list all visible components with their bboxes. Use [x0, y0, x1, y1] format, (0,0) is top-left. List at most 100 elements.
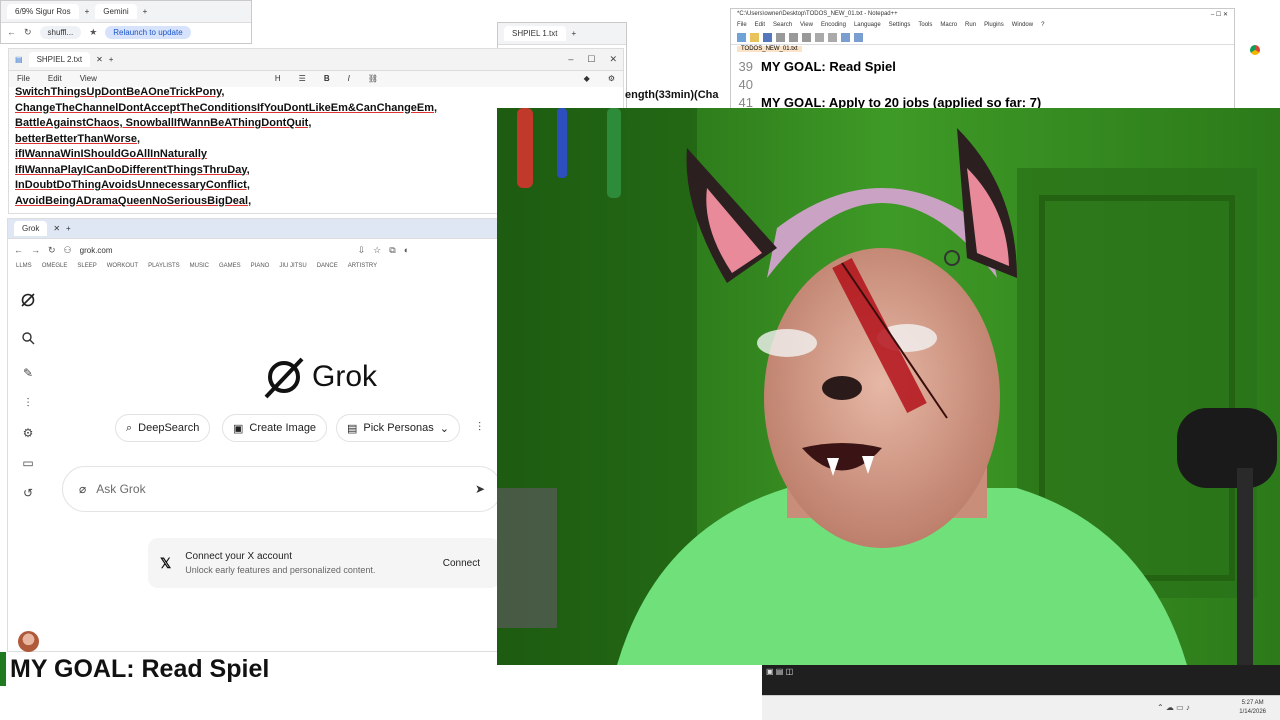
profile-icon[interactable]: ◐	[404, 245, 409, 255]
history-icon[interactable]: ↺	[20, 485, 36, 501]
new-file-icon[interactable]	[737, 33, 746, 42]
tab-gemini[interactable]: Gemini	[95, 4, 137, 19]
cut-icon[interactable]	[776, 33, 785, 42]
forward-icon[interactable]: →	[31, 245, 40, 255]
shpiel-text-area[interactable]: SwitchThingsUpDontBeAOneTrickPony, Chang…	[15, 85, 497, 211]
paste-icon[interactable]	[802, 33, 811, 42]
clock[interactable]: 5:27 AM 1/14/2026	[1239, 699, 1266, 717]
bookmark-item[interactable]: DANCE	[317, 263, 338, 273]
bookmark-item[interactable]: PIANO	[251, 263, 270, 273]
close-tab-icon[interactable]: ✕	[96, 55, 103, 64]
relaunch-button[interactable]: Relaunch to update	[105, 25, 191, 39]
find-icon[interactable]	[841, 33, 850, 42]
voice-icon[interactable]: ⫶	[20, 395, 36, 411]
tray-icons[interactable]: ⌃ ☁ ▭ ♪	[1157, 703, 1190, 712]
back-icon[interactable]: ←	[14, 245, 23, 255]
heading-dropdown[interactable]: H	[275, 74, 281, 84]
projects-icon[interactable]: ▭	[20, 455, 36, 471]
extensions-icon[interactable]: ⧉	[389, 245, 395, 256]
copy-icon[interactable]	[789, 33, 798, 42]
open-file-icon[interactable]	[750, 33, 759, 42]
npp-menu-item[interactable]: Settings	[889, 22, 911, 30]
tab-sigur-ros[interactable]: 6/9% Sigur Ros	[7, 4, 79, 19]
grok-logo-text: Grok	[312, 360, 378, 393]
install-icon[interactable]: ⇩	[358, 245, 366, 256]
bookmark-item[interactable]: SLEEP	[77, 263, 96, 273]
grok-logo-icon[interactable]	[20, 292, 36, 308]
back-icon[interactable]: ←	[7, 27, 16, 37]
spiel-line: ChangeTheChannelDontAcceptTheConditionsI…	[15, 101, 438, 114]
bold-icon[interactable]: B	[324, 74, 330, 84]
tab-todos-new[interactable]: TODOS_NEW_01.txt	[737, 46, 802, 52]
shpiel-window-controls[interactable]: – ☐ ✕	[568, 54, 617, 65]
link-icon[interactable]: ⛓	[368, 74, 378, 84]
tab-shpiel-1[interactable]: SHPIEL 1.txt	[504, 26, 566, 41]
bookmark-item[interactable]: MUSIC	[190, 263, 209, 273]
menu-view[interactable]: View	[80, 74, 97, 84]
reload-icon[interactable]: ↻	[48, 245, 56, 256]
top-browser-tabbar: 6/9% Sigur Ros + Gemini +	[1, 1, 251, 23]
ask-input-box[interactable]: ⌀ Ask Grok ➤	[62, 466, 502, 512]
npp-menu-item[interactable]: View	[800, 22, 813, 30]
redo-icon[interactable]	[828, 33, 837, 42]
menu-edit[interactable]: Edit	[48, 74, 62, 84]
tab-shpiel-2[interactable]: SHPIEL 2.txt	[28, 52, 91, 67]
save-icon[interactable]	[763, 33, 772, 42]
create-image-button[interactable]: ▣ Create Image	[222, 414, 328, 442]
npp-menu-item[interactable]: Window	[1012, 22, 1033, 30]
star-icon[interactable]: ☆	[373, 245, 381, 256]
npp-menu-item[interactable]: Tools	[918, 22, 932, 30]
menu-file[interactable]: File	[17, 74, 30, 84]
pick-personas-button[interactable]: ▤ Pick Personas ⌄	[336, 414, 460, 442]
npp-menu-item[interactable]: ?	[1041, 22, 1044, 30]
connect-button[interactable]: Connect	[443, 558, 488, 569]
bookmark-item[interactable]: LLMS	[16, 263, 32, 273]
new-chat-icon[interactable]: ✎	[20, 365, 36, 381]
npp-menu-item[interactable]: File	[737, 22, 747, 30]
grok-url[interactable]: grok.com	[80, 246, 350, 255]
new-tab-icon[interactable]: +	[85, 7, 90, 16]
tab-grok[interactable]: Grok	[14, 221, 48, 236]
new-tab-icon-2[interactable]: +	[143, 7, 148, 16]
send-icon[interactable]: ➤	[475, 482, 485, 496]
notepadpp-editor[interactable]: 39 MY GOAL: Read Spiel 40 41 MY GOAL: Ap…	[731, 55, 1234, 111]
zoom-icon[interactable]	[854, 33, 863, 42]
bookmark-item[interactable]: ARTISTRY	[348, 263, 377, 273]
bookmark-item[interactable]: JIU JITSU	[279, 263, 306, 273]
npp-menu-item[interactable]: Run	[965, 22, 976, 30]
close-tab-icon[interactable]: ✕	[53, 224, 60, 233]
bookmark-item[interactable]: PLAYLISTS	[148, 263, 180, 273]
settings-icon[interactable]: ⚙	[608, 74, 615, 84]
task-icons[interactable]: ▣ ▤ ◫	[766, 667, 793, 676]
bookmark-item[interactable]: OMEGLE	[42, 263, 68, 273]
bookmark-item[interactable]: WORKOUT	[107, 263, 138, 273]
npp-menu-item[interactable]: Search	[773, 22, 792, 30]
imagine-icon[interactable]: ⚙	[20, 425, 36, 441]
site-info-icon[interactable]: ⚇	[64, 245, 72, 256]
star-icon[interactable]: ★	[89, 27, 97, 38]
voice-mode-icon[interactable]: ⫶	[478, 420, 481, 435]
npp-menu-item[interactable]: Encoding	[821, 22, 846, 30]
italic-icon[interactable]: I	[348, 74, 350, 84]
undo-icon[interactable]	[815, 33, 824, 42]
reload-icon[interactable]: ↻	[24, 27, 32, 38]
bookmark-item[interactable]: GAMES	[219, 263, 241, 273]
top-browser-url[interactable]: shuffl...	[39, 25, 82, 39]
grok-logo: Grok	[262, 355, 377, 399]
search-icon[interactable]	[20, 331, 36, 347]
deepsearch-button[interactable]: ⌕ DeepSearch	[115, 414, 211, 442]
attach-icon[interactable]: ⌀	[79, 482, 86, 496]
new-tab-icon-3[interactable]: +	[572, 29, 577, 38]
add-tab-icon[interactable]: +	[109, 55, 114, 64]
npp-menu-item[interactable]: Plugins	[984, 22, 1004, 30]
npp-menu-item[interactable]: Edit	[755, 22, 765, 30]
line-number: 39	[738, 58, 753, 74]
list-icon[interactable]: ☰	[299, 74, 306, 84]
copilot-icon[interactable]: ◆	[584, 74, 590, 84]
avatar[interactable]	[18, 631, 39, 652]
npp-menu-item[interactable]: Macro	[940, 22, 957, 30]
new-tab-icon[interactable]: +	[66, 224, 71, 233]
notepadpp-window-controls[interactable]: – ☐ ✕	[1211, 11, 1228, 19]
chrome-icon[interactable]	[1250, 45, 1260, 55]
npp-menu-item[interactable]: Language	[854, 22, 881, 30]
